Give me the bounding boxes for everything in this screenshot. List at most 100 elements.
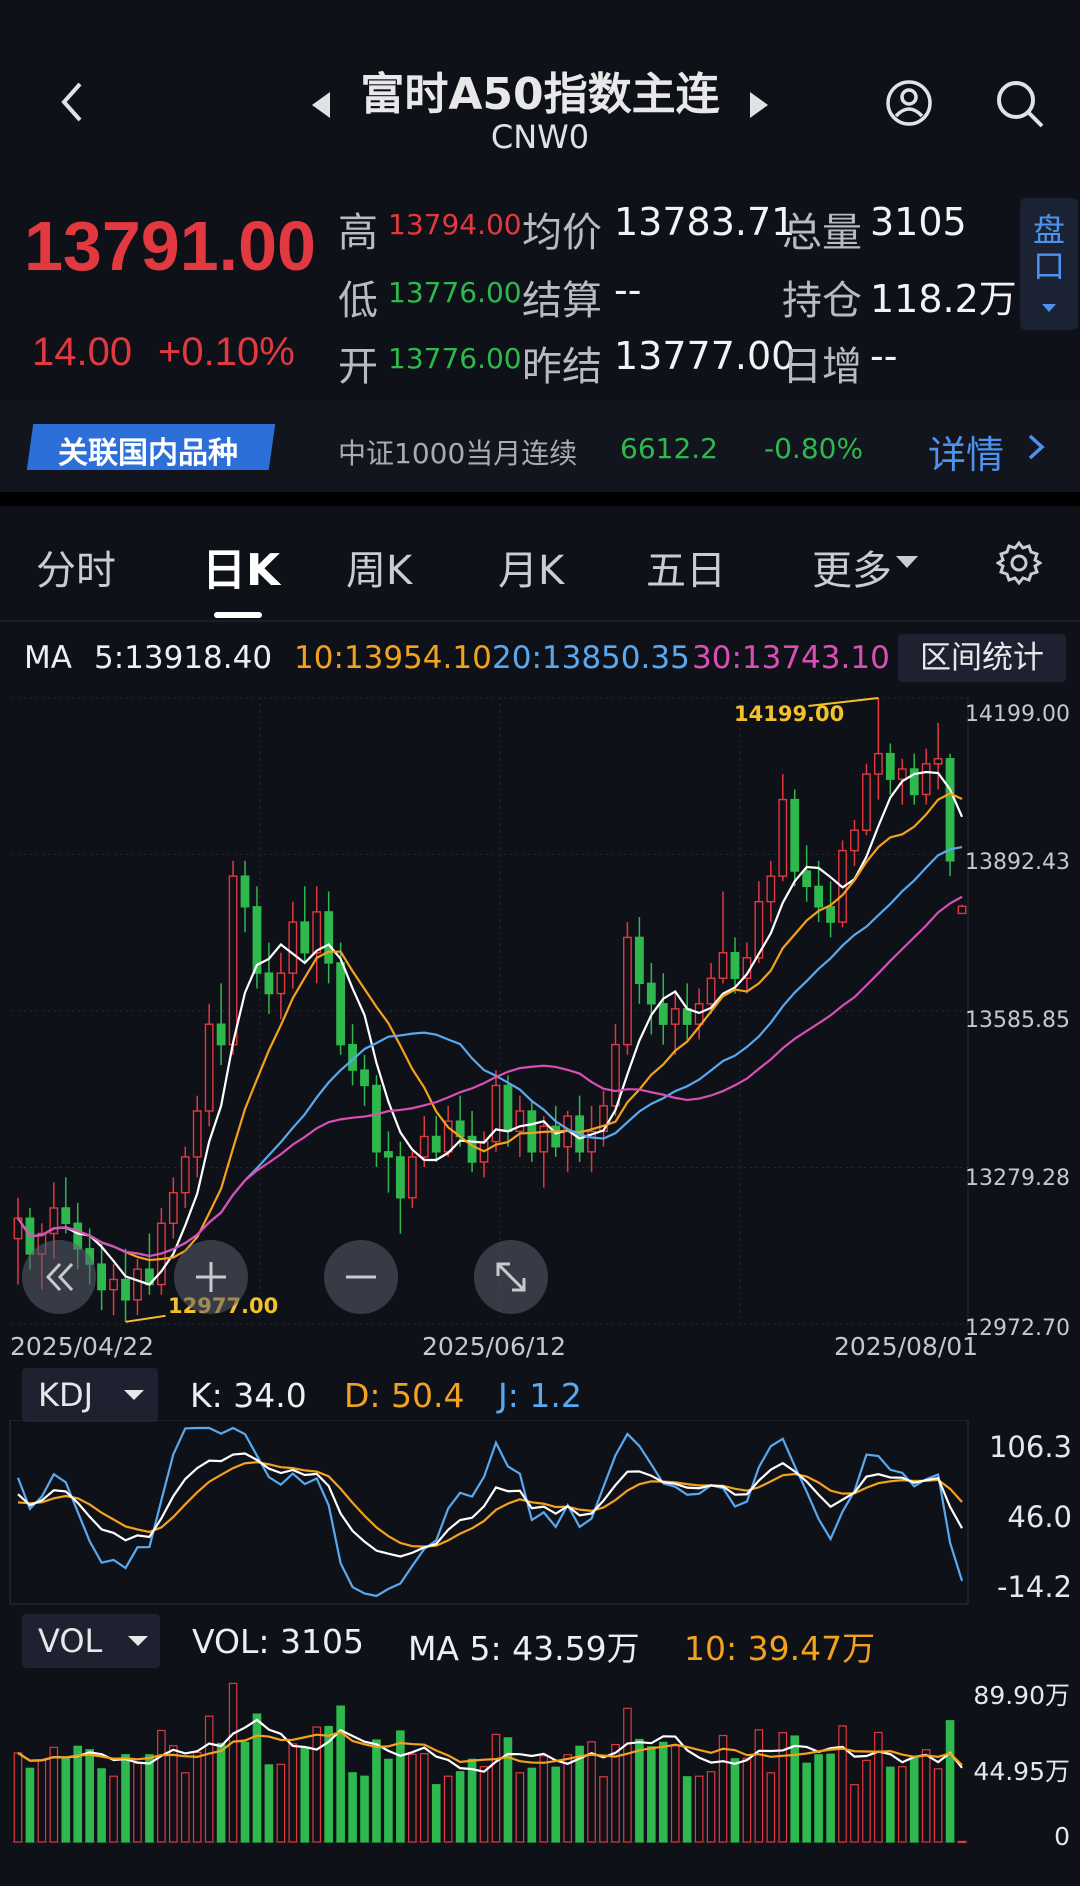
- volume-bar: [886, 1766, 895, 1843]
- gear-icon: [995, 540, 1043, 586]
- candle-body: [168, 1191, 178, 1224]
- vol-indicator-select[interactable]: VOL: [22, 1614, 160, 1668]
- volume-bar: [408, 1753, 417, 1843]
- minus-icon: [346, 1275, 376, 1279]
- open-interest-label: 持仓: [782, 278, 862, 324]
- candle-body: [300, 921, 310, 954]
- volume-bar: [491, 1733, 501, 1843]
- candle-body: [802, 870, 812, 888]
- volume-bar: [348, 1772, 357, 1843]
- volume-bar: [599, 1776, 608, 1843]
- candle-body: [360, 1069, 369, 1087]
- related-strip[interactable]: 关联国内品种 中证1000当月连续 6612.2 -0.80% 详情: [0, 400, 1080, 492]
- kdj-j-value: J: 1.2: [498, 1376, 582, 1415]
- last-price: 13791.00: [24, 207, 316, 285]
- volume-bar: [826, 1753, 835, 1843]
- user-icon: [886, 80, 932, 126]
- candle-body: [503, 1084, 513, 1133]
- scroll-left-button[interactable]: [22, 1240, 96, 1314]
- order-book-label: 盘口: [1033, 211, 1066, 285]
- candle-body: [850, 829, 859, 852]
- candle-body: [814, 885, 824, 908]
- min-pointer: [125, 1314, 166, 1323]
- candle-body: [634, 936, 644, 985]
- tab-weekly-k[interactable]: 周K: [346, 538, 412, 596]
- tab-intraday[interactable]: 分时: [36, 538, 116, 596]
- kdj-indicator-select[interactable]: KDJ: [22, 1368, 158, 1422]
- candle-body: [264, 972, 274, 995]
- volume-bar: [957, 1840, 967, 1844]
- y-tick-0: 14199.00: [965, 702, 1070, 727]
- search-button[interactable]: [994, 78, 1046, 134]
- candle-body: [706, 977, 716, 1005]
- kdj-y-tick-1: 46.0: [1007, 1500, 1072, 1534]
- candle-body: [336, 962, 346, 1046]
- zoom-in-button[interactable]: [174, 1240, 248, 1314]
- volume-bar: [37, 1759, 47, 1843]
- candle-body: [180, 1156, 190, 1194]
- ma-label: MA: [24, 640, 72, 676]
- related-pct: -0.80%: [764, 432, 864, 465]
- ma10-line: [17, 792, 963, 1262]
- volume-bar: [97, 1768, 106, 1843]
- kdj-chart[interactable]: [0, 1420, 1080, 1610]
- volume-bar: [754, 1729, 764, 1843]
- volume-bar: [933, 1768, 943, 1843]
- related-detail-link[interactable]: 详情: [928, 424, 1004, 479]
- zoom-out-button[interactable]: [324, 1240, 398, 1314]
- candle-body: [109, 1278, 118, 1291]
- candle-body: [431, 1135, 441, 1153]
- tab-daily-k[interactable]: 日K: [202, 534, 280, 598]
- volume-bar: [647, 1746, 656, 1843]
- volume-bar: [61, 1758, 71, 1843]
- candle-body: [623, 936, 632, 1046]
- volume-bar: [945, 1720, 955, 1843]
- prev-settle-value: 13777.00: [614, 334, 796, 378]
- ma5-value: 5:13918.40: [94, 640, 273, 676]
- candle-body: [324, 911, 334, 964]
- volume-bar: [216, 1742, 226, 1843]
- settle-value: --: [614, 268, 642, 312]
- next-contract-button[interactable]: [748, 90, 770, 124]
- kdj-k-value: K: 34.0: [190, 1376, 307, 1415]
- ma20-line: [17, 845, 963, 1258]
- status-bar: [0, 0, 1080, 14]
- account-button[interactable]: [884, 78, 934, 132]
- tab-monthly-k[interactable]: 月K: [498, 538, 564, 596]
- volume-bar: [85, 1749, 94, 1843]
- double-chevron-left-icon: [45, 1262, 74, 1292]
- candle-body: [873, 752, 883, 775]
- candle-body: [312, 911, 322, 954]
- volume-bar: [706, 1771, 716, 1843]
- candle-body: [372, 1084, 381, 1153]
- candle-body: [419, 1135, 429, 1158]
- max-annotation: 14199.00: [734, 702, 845, 726]
- volume-bar: [300, 1746, 310, 1843]
- volume-bar: [145, 1754, 154, 1843]
- chart-settings-button[interactable]: [995, 540, 1043, 590]
- settle-label: 结算: [522, 278, 602, 324]
- order-book-button[interactable]: 盘口: [1020, 198, 1078, 330]
- open-label: 开: [338, 344, 378, 390]
- volume-chart[interactable]: [0, 1668, 1080, 1854]
- candle-body: [897, 768, 907, 780]
- tab-more[interactable]: 更多: [812, 538, 892, 596]
- more-caret-icon: [896, 556, 918, 568]
- candle-body: [682, 1008, 692, 1025]
- y-tick-3: 13279.28: [965, 1166, 1070, 1191]
- volume-bar: [288, 1743, 298, 1843]
- volume-bar: [623, 1707, 632, 1843]
- tab-five-day[interactable]: 五日: [646, 538, 726, 596]
- avg-value: 13783.71: [614, 200, 796, 244]
- fullscreen-button[interactable]: [474, 1240, 548, 1314]
- range-stats-button[interactable]: 区间统计: [898, 634, 1066, 682]
- candle-body: [945, 758, 955, 862]
- vol-value: VOL: 3105: [192, 1622, 364, 1661]
- triangle-down-icon: [1042, 304, 1056, 312]
- vol-y-tick-1: 44.95万: [973, 1757, 1070, 1786]
- volume-bar: [384, 1758, 393, 1843]
- volume-bar: [240, 1741, 250, 1843]
- volume-bar: [551, 1766, 561, 1843]
- kdj-y-tick-0: 106.3: [988, 1430, 1072, 1464]
- candle-body: [826, 906, 835, 923]
